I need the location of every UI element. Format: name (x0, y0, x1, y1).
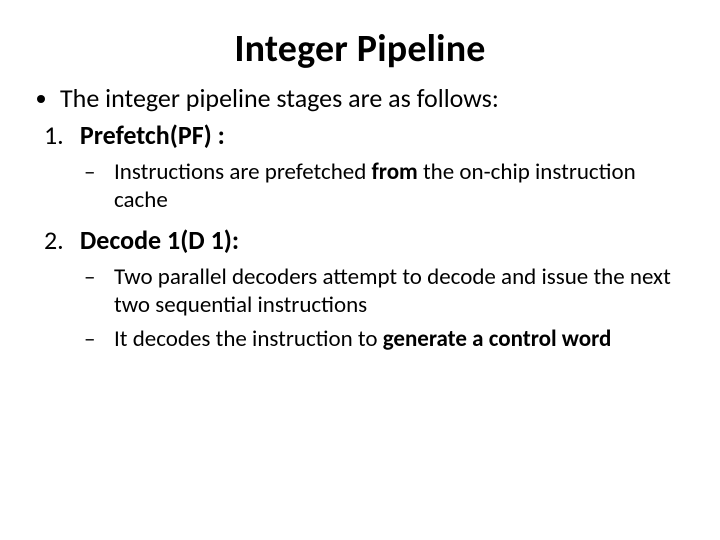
stage-2-sub-2-bold: generate a control word (383, 325, 612, 353)
stage-1: 1. Prefetch(PF) : (44, 119, 686, 152)
intro-bullet: The integer pipeline stages are as follo… (60, 82, 686, 115)
stage-2-sub-list: Two parallel decoders attempt to decode … (84, 263, 686, 353)
stage-1-sub-list: Instructions are prefetched from the on-… (84, 158, 686, 214)
stage-2: 2. Decode 1(D 1): (44, 224, 686, 257)
top-bullet-list: The integer pipeline stages are as follo… (60, 82, 686, 115)
stage-1-sub-1-bold: from (372, 158, 418, 186)
stage-2-sub-1-pre: Two parallel decoders attempt to decode … (114, 263, 671, 319)
slide: Integer Pipeline The integer pipeline st… (0, 0, 720, 540)
stage-2-sub-1: Two parallel decoders attempt to decode … (84, 263, 686, 319)
stage-1-sub-1-pre: Instructions are prefetched (114, 158, 372, 186)
stage-2-number: 2. (44, 224, 74, 257)
slide-title: Integer Pipeline (34, 26, 686, 72)
intro-text: The integer pipeline stages are as follo… (60, 82, 499, 114)
stage-2-sub-2-pre: It decodes the instruction to (114, 325, 383, 353)
stage-1-sub-1: Instructions are prefetched from the on-… (84, 158, 686, 214)
stage-1-label: Prefetch(PF) : (80, 119, 225, 151)
stage-2-sub-2: It decodes the instruction to generate a… (84, 325, 686, 353)
stage-2-label: Decode 1(D 1): (80, 224, 239, 256)
stage-1-number: 1. (44, 119, 74, 152)
